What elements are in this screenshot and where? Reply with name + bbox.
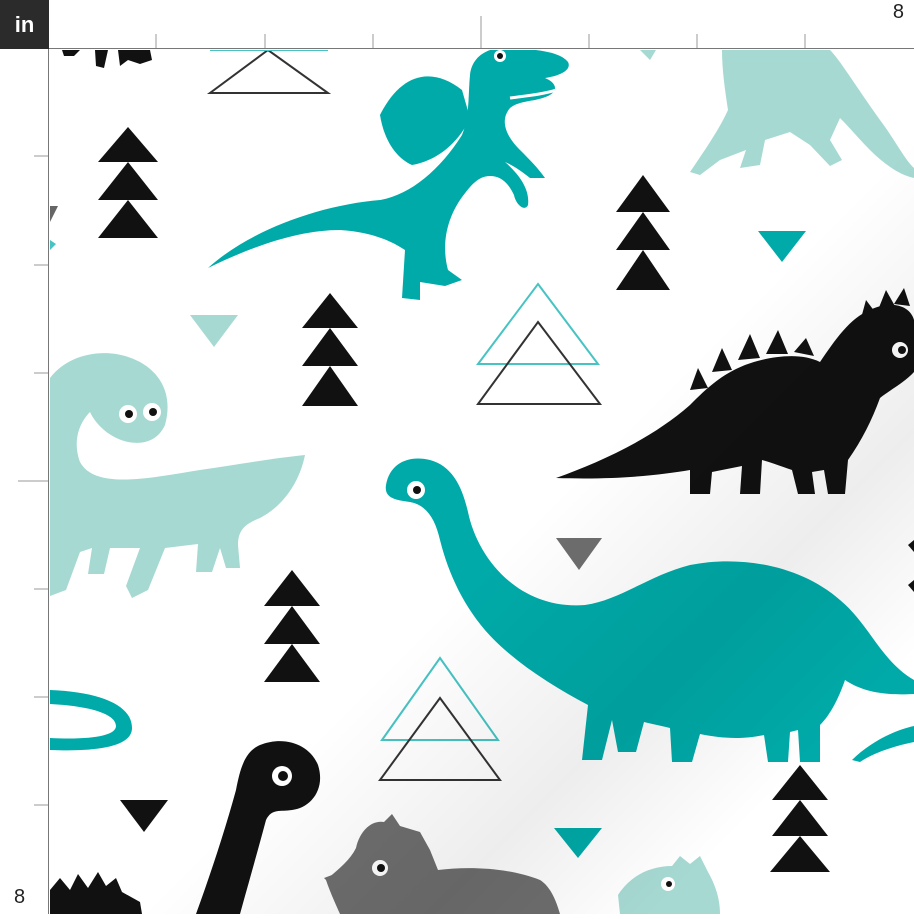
unit-badge: in [0, 0, 49, 49]
left-ruler: 8 [0, 49, 49, 914]
top-ruler-end-label: 8 [892, 1, 904, 23]
top-ruler: 8 [49, 0, 914, 49]
dinosaur-pattern [50, 50, 914, 914]
left-ruler-ticks [18, 155, 48, 806]
left-ruler-end-label: 8 [14, 886, 26, 908]
top-ruler-ticks [155, 16, 806, 48]
fabric-fold-shadow [50, 50, 914, 914]
fabric-swatch [50, 50, 914, 914]
